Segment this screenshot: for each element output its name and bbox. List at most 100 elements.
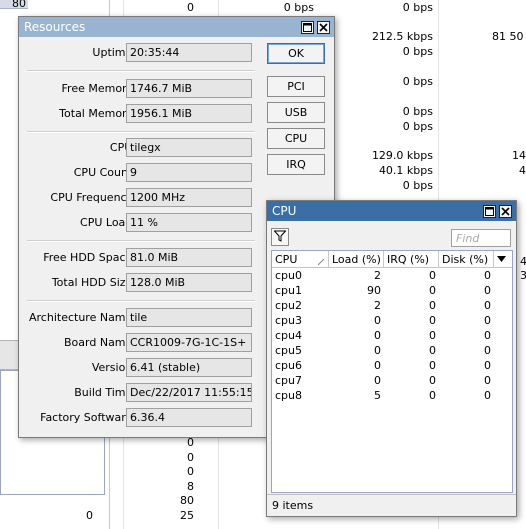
cpu-cell: cpu7 [275, 374, 303, 387]
total-hdd-row: Total HDD Size: 128.0 MiB [19, 273, 259, 293]
bg-cell: 0 bps [402, 179, 433, 192]
bg-cell: 40.1 kbps [378, 164, 433, 177]
bg-cell: 212.5 kbps [371, 30, 433, 43]
close-icon [319, 22, 328, 32]
column-header-cpu[interactable]: CPU [272, 251, 329, 268]
cpu-frequency-row: CPU Frequency: 1200 MHz [19, 188, 259, 208]
cpu-load-field[interactable]: 11 % [126, 213, 252, 232]
disk-cell: 0 [484, 284, 491, 297]
uptime-field[interactable]: 20:35:44 [126, 43, 252, 62]
cpu-cell: cpu1 [275, 284, 303, 297]
load-cell: 0 [374, 359, 381, 372]
total-hdd-field[interactable]: 128.0 MiB [126, 273, 252, 292]
table-row[interactable]: cpu2 2 0 0 [272, 298, 512, 313]
architecture-field[interactable]: tile [126, 308, 252, 327]
separator [27, 70, 255, 72]
column-chooser[interactable] [494, 251, 512, 268]
table-row[interactable]: cpu0 2 0 0 [272, 268, 512, 283]
maximize-button[interactable] [483, 204, 496, 218]
irq-cell: 0 [429, 374, 436, 387]
cpu-frequency-field[interactable]: 1200 MHz [126, 188, 252, 207]
maximize-button[interactable] [301, 20, 314, 34]
bg-cell: 0 bps [402, 45, 433, 58]
load-cell: 0 [374, 329, 381, 342]
bg-cell: 81 50 [492, 30, 524, 43]
table-row[interactable]: cpu4 0 0 0 [272, 328, 512, 343]
total-memory-field[interactable]: 1956.1 MiB [126, 104, 252, 123]
left-divider-band [0, 340, 20, 370]
cpu-count-field[interactable]: 9 [126, 163, 252, 182]
disk-cell: 0 [484, 314, 491, 327]
architecture-label: Architecture Name: [29, 311, 136, 324]
usb-button[interactable]: USB [267, 102, 325, 123]
bg-cell: 4 [520, 255, 526, 268]
bg-cell: 0 [86, 509, 93, 522]
build-time-field[interactable]: Dec/22/2017 11:55:15 [126, 383, 252, 402]
load-cell: 5 [374, 389, 381, 402]
load-cell: 90 [367, 284, 381, 297]
free-memory-row: Free Memory: 1746.7 MiB [19, 79, 259, 99]
separator [27, 240, 255, 242]
free-hdd-row: Free HDD Space: 81.0 MiB [19, 248, 259, 268]
left-top-number: 80 [12, 0, 26, 10]
bg-cell: 0 bps [402, 75, 433, 88]
table-row[interactable]: cpu5 0 0 0 [272, 343, 512, 358]
cpu-frequency-label: CPU Frequency: [50, 191, 136, 204]
bg-cell: 80 [180, 494, 194, 507]
load-cell: 0 [374, 314, 381, 327]
irq-cell: 0 [429, 284, 436, 297]
bg-cell: 8 [187, 480, 194, 493]
separator [27, 131, 255, 133]
cpu-cell: cpu4 [275, 329, 303, 342]
disk-cell: 0 [484, 329, 491, 342]
close-button[interactable] [317, 20, 330, 34]
window-title: Resources [24, 20, 86, 34]
cpu-cell: cpu5 [275, 344, 303, 357]
free-hdd-field[interactable]: 81.0 MiB [126, 248, 252, 267]
board-name-field[interactable]: CCR1009-7G-1C-1S+ [126, 333, 252, 352]
table-row[interactable]: cpu6 0 0 0 [272, 358, 512, 373]
cpu-count-row: CPU Count: 9 [19, 163, 259, 183]
disk-cell: 0 [484, 269, 491, 282]
table-row[interactable]: cpu3 0 0 0 [272, 313, 512, 328]
pci-button[interactable]: PCI [267, 76, 325, 97]
column-header-disk[interactable]: Disk (%) [439, 251, 494, 268]
uptime-row: Uptime: 20:35:44 [19, 43, 259, 63]
bg-cell: 14 [512, 149, 526, 162]
bg-cell: 0 [187, 451, 194, 464]
sort-ascending-icon [317, 256, 325, 269]
column-header-irq[interactable]: IRQ (%) [384, 251, 439, 268]
column-header-label: CPU [275, 253, 298, 266]
irq-cell: 0 [429, 329, 436, 342]
cpu-field[interactable]: tilegx [126, 138, 252, 157]
disk-cell: 0 [484, 344, 491, 357]
irq-cell: 0 [429, 269, 436, 282]
ok-button[interactable]: OK [267, 43, 325, 64]
cpu-load-row: CPU Load: 11 % [19, 213, 259, 233]
status-bar: 9 items [267, 494, 516, 516]
bg-cell: 0 [187, 1, 194, 14]
cpu-button[interactable]: CPU [267, 128, 325, 149]
irq-cell: 0 [429, 314, 436, 327]
resources-titlebar[interactable]: Resources [19, 17, 334, 37]
build-time-row: Build Time: Dec/22/2017 11:55:15 [19, 383, 259, 403]
filter-button[interactable] [271, 228, 289, 246]
cpu-titlebar[interactable]: CPU [267, 201, 516, 221]
total-memory-label: Total Memory: [59, 107, 136, 120]
free-memory-field[interactable]: 1746.7 MiB [126, 79, 252, 98]
irq-button[interactable]: IRQ [267, 154, 325, 175]
table-row[interactable]: cpu7 0 0 0 [272, 373, 512, 388]
factory-software-field[interactable]: 6.36.4 [126, 408, 252, 427]
table-row[interactable]: cpu8 5 0 0 [272, 388, 512, 403]
column-header-load[interactable]: Load (%) [329, 251, 384, 268]
disk-cell: 0 [484, 359, 491, 372]
cpu-cell: cpu3 [275, 314, 303, 327]
version-field[interactable]: 6.41 (stable) [126, 358, 252, 377]
cpu-window: CPU CPU Load (%) IRQ (%) Disk (%) [266, 200, 517, 517]
close-icon [501, 206, 510, 216]
free-hdd-label: Free HDD Space: [43, 251, 136, 264]
version-row: Version: 6.41 (stable) [19, 358, 259, 378]
find-input[interactable] [451, 229, 511, 247]
close-button[interactable] [499, 204, 512, 218]
table-row[interactable]: cpu1 90 0 0 [272, 283, 512, 298]
